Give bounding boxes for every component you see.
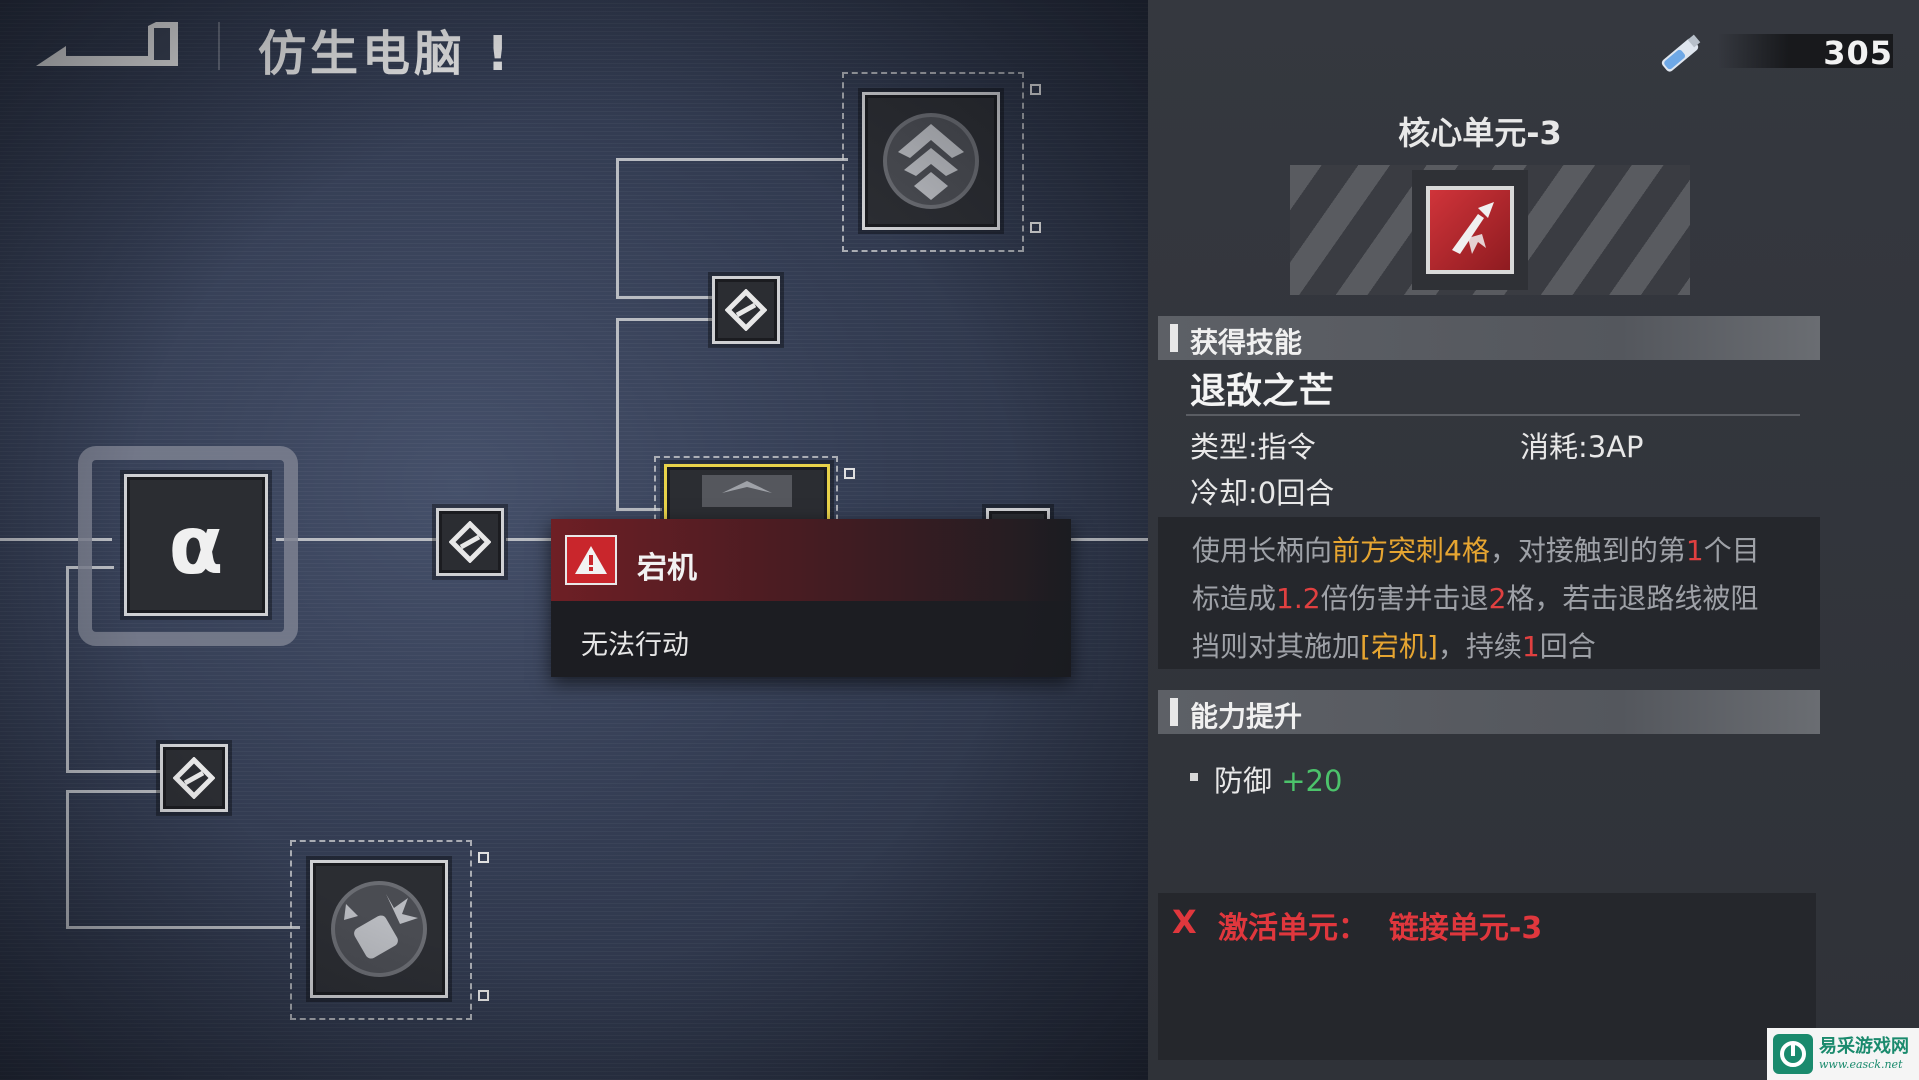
stat-name: 防御 [1214,764,1273,798]
tooltip-description: 无法行动 [581,630,689,661]
desc-status-link[interactable]: [宕机] [1360,630,1438,663]
skill-tree-area: 仿生电脑 ! α 宕机 无法行动 [0,0,1148,1080]
watermark-url: www.easck.net [1819,1058,1903,1071]
divider [1186,414,1800,416]
core-node-alpha[interactable]: α [124,474,268,616]
spear-thrust-icon [1426,186,1514,274]
status-tooltip: 宕机 无法行动 [551,519,1071,677]
wire [506,538,552,541]
site-logo-icon [1773,1034,1813,1074]
unmet-x-icon: X [1172,903,1197,941]
description-line: 标造成1.2倍伤害并击退2格，若击退路线被阻 [1192,577,1758,617]
back-button[interactable] [36,18,186,72]
wire [66,790,69,928]
wire [66,926,300,929]
section-marker [1170,698,1178,726]
desc-text: 倍伤害并击退 [1320,582,1489,615]
wire [66,770,162,773]
skill-description-box: 使用长柄向前方突刺4格，对接触到的第1个目 标造成1.2倍伤害并击退2格，若击退… [1158,517,1820,669]
activation-requirement: 激活单元： 链接单元-3 [1218,911,1543,946]
alpha-symbol: α [168,498,224,592]
tooltip-header [551,519,1071,601]
link-node-upper[interactable] [712,276,780,344]
desc-text: 个目 [1703,534,1760,567]
wire [616,318,712,321]
desc-number: 1 [1521,630,1540,663]
warning-icon [565,535,617,585]
wire [1070,538,1148,541]
link-icon [725,289,767,331]
bullet-icon [1190,773,1198,781]
frame-corner [844,468,855,479]
skill-type: 类型:指令 [1190,430,1316,464]
unit-title: 核心单元-3 [1398,114,1562,152]
section-header-ability: 能力提升 [1158,690,1820,734]
desc-text: ，对接触到的第 [1489,534,1686,567]
currency-value: 305 [1823,34,1893,72]
desc-text: 回合 [1539,630,1596,663]
desc-number: 1.2 [1276,582,1321,615]
title-separator [218,22,220,70]
desc-text: ，持续 [1437,630,1522,663]
stat-boost: 防御 +20 [1214,758,1342,800]
wire [66,790,162,793]
page-title: 仿生电脑 ! [258,26,513,82]
desc-text: 使用长柄向 [1192,534,1333,567]
desc-number: 2 [1488,582,1507,615]
link-node-middle[interactable] [436,508,504,576]
frame-corner [1030,84,1041,95]
vial-icon [1652,30,1704,78]
section-header-skill: 获得技能 [1158,316,1820,360]
wire [276,538,436,541]
tooltip-title: 宕机 [637,551,697,586]
skill-thumbnail-icon [702,475,792,507]
section-marker [1170,324,1178,352]
desc-text: 格，若击退路线被阻 [1506,582,1759,615]
wire [616,318,619,510]
skill-cooldown: 冷却:0回合 [1190,476,1335,510]
site-watermark: 易采游戏网 www.easck.net [1767,1028,1919,1080]
frame-corner [478,990,489,1001]
frame-corner [478,852,489,863]
stat-value: +20 [1281,764,1343,798]
desc-text: 标造成 [1192,582,1277,615]
desc-number: 1 [1685,534,1704,567]
skill-node-fist[interactable] [310,860,448,998]
frame-corner [1030,222,1041,233]
wire [616,296,712,299]
skill-name: 退敌之芒 [1190,371,1335,412]
wire [616,158,848,161]
skill-node-rank-up[interactable] [862,92,1000,230]
desc-highlight: 前方突刺4格 [1332,534,1490,567]
link-icon [173,757,215,799]
back-arrow-icon [36,22,178,66]
desc-text: 挡则对其施加 [1192,630,1361,663]
skill-cost: 消耗:3AP [1520,430,1644,464]
link-node-lower[interactable] [160,744,228,812]
wire [616,158,619,298]
description-line: 挡则对其施加[宕机]，持续1回合 [1192,625,1596,665]
wire [66,566,69,772]
chevron-rank-icon [883,113,979,209]
description-line: 使用长柄向前方突刺4格，对接触到的第1个目 [1192,529,1760,569]
section-label: 获得技能 [1190,326,1303,359]
watermark-name: 易采游戏网 [1819,1036,1909,1057]
fist-strike-icon [331,881,427,977]
skill-icon-frame [1412,170,1528,290]
section-label: 能力提升 [1190,700,1303,733]
activation-requirement-box: X 激活单元： 链接单元-3 [1158,893,1816,1060]
link-icon [449,521,491,563]
